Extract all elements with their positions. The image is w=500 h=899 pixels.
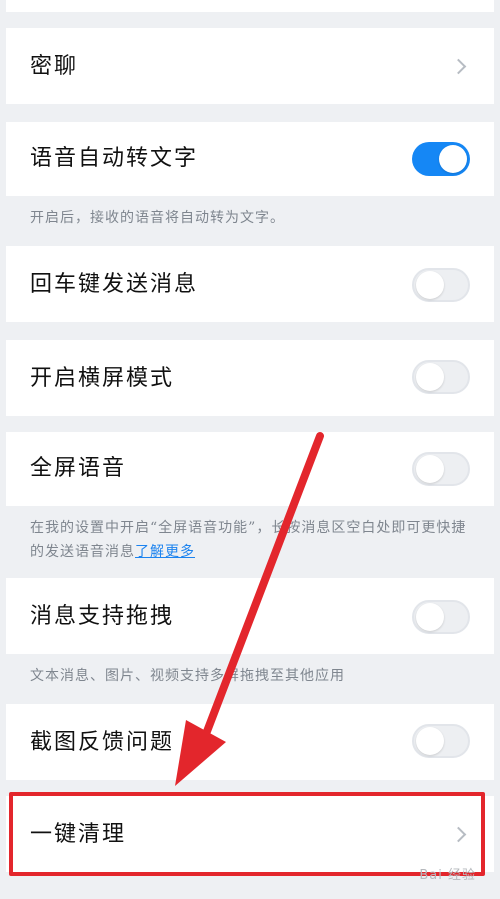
toggle-knob [416, 455, 444, 483]
toggle-knob [439, 145, 467, 173]
landscape-mode-label: 开启横屏模式 [30, 366, 175, 391]
settings-row-partial [6, 0, 494, 12]
settings-screen: 密聊 语音自动转文字 开启后，接收的语音将自动转为文字。 回车键发送消息 开启横… [6, 0, 494, 899]
highlight-box [9, 792, 485, 876]
fullscreen-voice-hint-text: 在我的设置中开启“全屏语音功能”，长按消息区空白处即可更快捷的发送语音消息 [30, 520, 467, 560]
message-drag-hint: 文本消息、图片、视频支持多屏拖拽至其他应用 [30, 668, 345, 684]
message-drag-toggle[interactable] [412, 600, 470, 634]
toggle-knob [416, 271, 444, 299]
settings-row-voice-to-text: 语音自动转文字 [6, 122, 494, 196]
landscape-mode-toggle[interactable] [412, 360, 470, 394]
toggle-knob [416, 727, 444, 755]
chevron-right-icon [450, 58, 467, 75]
toggle-knob [416, 603, 444, 631]
message-drag-label: 消息支持拖拽 [30, 604, 175, 629]
watermark: Bai 经验 [419, 868, 476, 883]
settings-row-enter-to-send: 回车键发送消息 [6, 246, 494, 322]
toggle-knob [416, 363, 444, 391]
fullscreen-voice-toggle[interactable] [412, 452, 470, 486]
settings-row-fullscreen-voice: 全屏语音 [6, 432, 494, 506]
enter-to-send-toggle[interactable] [412, 268, 470, 302]
fullscreen-voice-hint: 在我的设置中开启“全屏语音功能”，长按消息区空白处即可更快捷的发送语音消息了解更… [30, 516, 475, 564]
settings-row-message-drag: 消息支持拖拽 [6, 578, 494, 654]
settings-row-screenshot-feedback: 截图反馈问题 [6, 704, 494, 780]
screenshot-feedback-toggle[interactable] [412, 724, 470, 758]
settings-row-landscape-mode: 开启横屏模式 [6, 340, 494, 416]
voice-to-text-hint: 开启后，接收的语音将自动转为文字。 [30, 210, 285, 226]
secret-chat-label: 密聊 [30, 54, 79, 79]
voice-to-text-label: 语音自动转文字 [30, 146, 199, 171]
settings-row-secret-chat[interactable]: 密聊 [6, 28, 494, 104]
enter-to-send-label: 回车键发送消息 [30, 272, 199, 297]
fullscreen-voice-label: 全屏语音 [30, 456, 127, 481]
learn-more-link[interactable]: 了解更多 [135, 544, 195, 560]
screenshot-feedback-label: 截图反馈问题 [30, 730, 175, 755]
voice-to-text-toggle[interactable] [412, 142, 470, 176]
